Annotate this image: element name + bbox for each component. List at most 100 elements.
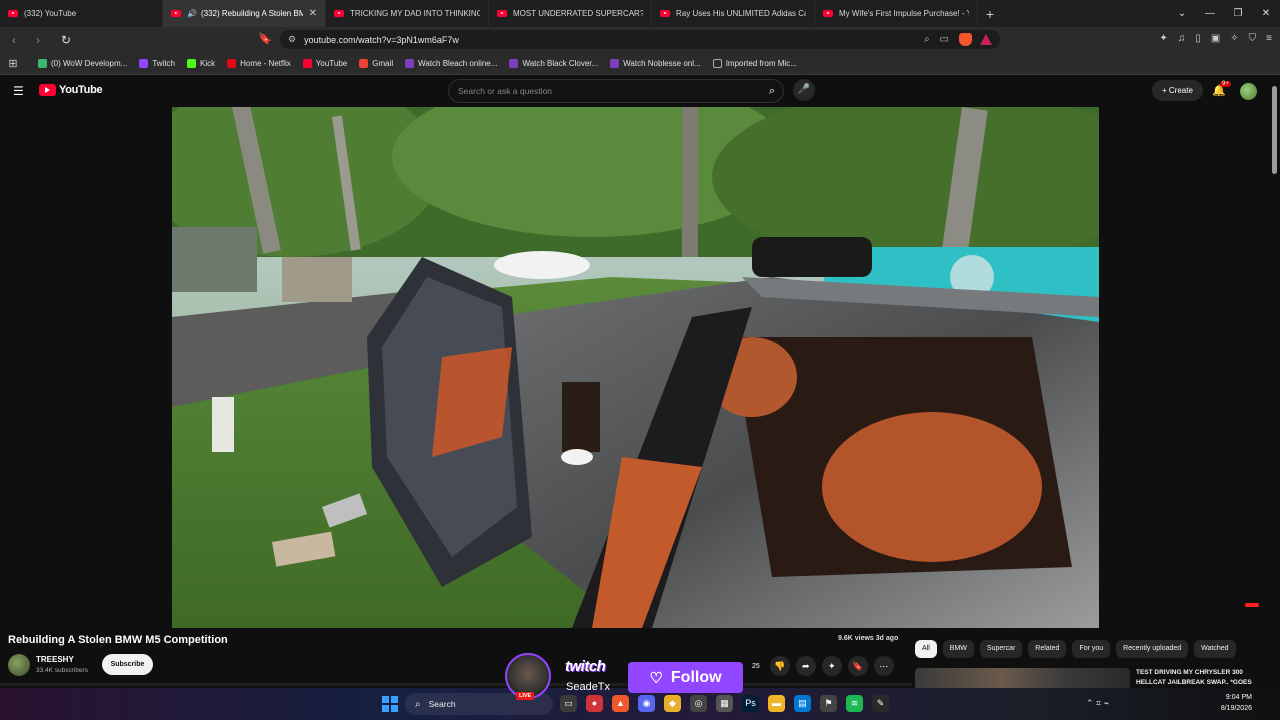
search-bar: Search or ask a question ⌕ (448, 79, 784, 103)
bookmark-label: Watch Black Clover... (522, 58, 599, 68)
new-tab-button[interactable]: + (978, 6, 1002, 22)
vpn-icon[interactable]: ⛉ (1249, 33, 1257, 44)
app-icon[interactable]: ▦ (716, 695, 733, 712)
spotify-icon[interactable]: ≋ (846, 695, 863, 712)
channel-name[interactable]: TREESHY (36, 655, 74, 664)
chip-all[interactable]: All (915, 640, 937, 658)
ms-store-icon[interactable]: ▤ (794, 695, 811, 712)
app-icon[interactable]: ◆ (664, 695, 681, 712)
search-icon[interactable]: ⌕ (760, 79, 784, 103)
bookmark-black-clover[interactable]: Watch Black Clover... (509, 58, 599, 68)
system-tray[interactable]: ⌃ ⌗ ⌁ (1086, 698, 1109, 709)
wallet-icon[interactable]: ▣ (1211, 33, 1220, 44)
apps-grid-icon[interactable]: ⊞ (0, 57, 26, 70)
recommended-title[interactable]: TEST DRIVING MY CHRYSLER 300 HELLCAT JAI… (1136, 668, 1260, 688)
recommended-thumbnail[interactable] (915, 668, 1130, 690)
forward-icon[interactable]: › (28, 33, 48, 47)
windows-start-icon[interactable] (382, 696, 398, 712)
bookmark-netflix[interactable]: Home - Netflix (227, 58, 291, 68)
bookmark-wow[interactable]: (0) WoW Developm... (38, 58, 127, 68)
like-count[interactable]: 25 (752, 663, 760, 670)
youtube-logo[interactable]: YouTube (39, 84, 103, 96)
brave-rewards-icon[interactable] (980, 34, 992, 45)
music-icon[interactable]: ♫ (1178, 33, 1186, 44)
close-window-icon[interactable]: ✕ (1252, 8, 1280, 19)
tab-youtube-home[interactable]: (332) YouTube (0, 0, 163, 27)
youtube-favicon-icon (334, 10, 344, 17)
clock-time: 9:04 PM (1225, 694, 1252, 701)
minimize-icon[interactable]: — (1196, 8, 1224, 19)
app-icon[interactable]: ⚑ (820, 695, 837, 712)
share-icon[interactable]: ➦ (795, 656, 816, 676)
page-scrollbar[interactable] (1272, 86, 1278, 686)
video-player[interactable] (172, 107, 1099, 628)
bookmarks-bar: ⊞ (0) WoW Developm... Twitch Kick Home -… (0, 52, 1280, 75)
dislike-icon[interactable]: 👎 (769, 656, 790, 676)
voice-search-mic-icon[interactable]: 🎤 (793, 79, 815, 101)
twitch-logo: twitch (565, 658, 606, 675)
search-input[interactable]: Search or ask a question (448, 79, 784, 103)
search-icon: ⌕ (415, 698, 421, 710)
twitch-follow-button: ♡ Follow (628, 662, 743, 693)
photoshop-icon[interactable]: Ps (742, 695, 759, 712)
bookmark-youtube[interactable]: YouTube (302, 58, 347, 68)
create-button[interactable]: + Create (1152, 80, 1203, 101)
cast-icon[interactable]: ▭ (940, 34, 949, 45)
address-bar[interactable]: ⚙ youtube.com/watch?v=3pN1wm6aF7w ⌕ ▭ (280, 30, 1000, 49)
brave-browser-icon[interactable]: ▲ (612, 695, 629, 712)
taskbar-clock[interactable]: 9:04 PM 8/19/2026 (1208, 692, 1252, 714)
app-icon[interactable]: ● (586, 695, 603, 712)
brave-shields-icon[interactable] (959, 33, 972, 46)
back-icon[interactable]: ‹ (4, 33, 24, 47)
restore-icon[interactable]: ❐ (1224, 8, 1252, 19)
chip-supercar[interactable]: Supercar (979, 640, 1023, 658)
tab-ray-adidas[interactable]: Ray Uses His UNLIMITED Adidas Ca (652, 0, 815, 27)
app-icon[interactable]: ◎ (690, 695, 707, 712)
speaker-icon[interactable]: 🔊 (187, 9, 197, 18)
chip-recently-uploaded[interactable]: Recently uploaded (1116, 640, 1189, 658)
channel-avatar[interactable] (8, 654, 30, 676)
zoom-icon[interactable]: ⌕ (924, 34, 930, 45)
chip-bmw[interactable]: BMW (942, 640, 974, 658)
ask-ai-icon[interactable]: ✦ (821, 656, 842, 676)
chip-watched[interactable]: Watched (1194, 640, 1236, 658)
scrollbar-thumb[interactable] (1272, 86, 1277, 174)
recording-indicator (1245, 603, 1259, 607)
bookmark-gmail[interactable]: Gmail (359, 58, 393, 68)
extensions-icon[interactable]: ✦ (1159, 33, 1167, 44)
close-tab-icon[interactable]: ✕ (309, 8, 317, 19)
leo-ai-icon[interactable]: ✧ (1230, 33, 1238, 44)
task-view-icon[interactable]: ▭ (560, 695, 577, 712)
app-icon[interactable]: ✎ (872, 695, 889, 712)
chip-for-you[interactable]: For you (1072, 640, 1111, 658)
browser-menu-icon[interactable]: ≡ (1266, 33, 1272, 44)
tab-rebuilding-bmw[interactable]: 🔊 (332) Rebuilding A Stolen BM ✕ (163, 0, 326, 27)
tab-underrated-supercar[interactable]: MOST UNDERRATED SUPERCAR? - M (489, 0, 652, 27)
recommendation-chips: All BMW Supercar Related For you Recentl… (915, 640, 1236, 658)
bookmark-kick[interactable]: Kick (186, 58, 215, 68)
tab-list-icon[interactable]: ⌄ (1168, 8, 1196, 19)
more-actions-icon[interactable]: ⋯ (873, 656, 894, 676)
url-text[interactable]: youtube.com/watch?v=3pN1wm6aF7w (304, 35, 914, 45)
hamburger-menu-icon[interactable]: ☰ (13, 84, 24, 98)
tab-wife-impulse[interactable]: My Wife's First Impulse Purchase! - Y (815, 0, 978, 27)
kick-icon (186, 58, 196, 68)
tab-tricking-dad[interactable]: TRICKING MY DAD INTO THINKING (326, 0, 489, 27)
youtube-favicon-icon (660, 10, 670, 17)
save-icon[interactable]: 🔖 (847, 656, 868, 676)
discord-icon[interactable]: ◉ (638, 695, 655, 712)
site-info-icon[interactable]: ⚙ (288, 34, 296, 45)
reload-icon[interactable]: ↻ (56, 33, 76, 47)
subscribe-button[interactable]: Subscribe (102, 654, 153, 675)
sidebar-icon[interactable]: ▯ (1195, 33, 1201, 44)
account-avatar[interactable] (1240, 83, 1257, 100)
chip-related[interactable]: Related (1028, 640, 1067, 658)
bookmark-twitch[interactable]: Twitch (139, 58, 175, 68)
bookmark-page-icon[interactable]: 🔖 (258, 32, 272, 45)
file-explorer-icon[interactable]: ▬ (768, 695, 785, 712)
views-and-age: 9.6K views 3d ago (838, 635, 899, 642)
bookmark-folder-imported[interactable]: Imported from Mic... (712, 58, 797, 68)
bookmark-bleach[interactable]: Watch Bleach online... (405, 58, 497, 68)
bookmark-noblesse[interactable]: Watch Noblesse onl... (610, 58, 701, 68)
taskbar-apps: ▭ ● ▲ ◉ ◆ ◎ ▦ Ps ▬ ▤ ⚑ ≋ ✎ (560, 695, 889, 712)
